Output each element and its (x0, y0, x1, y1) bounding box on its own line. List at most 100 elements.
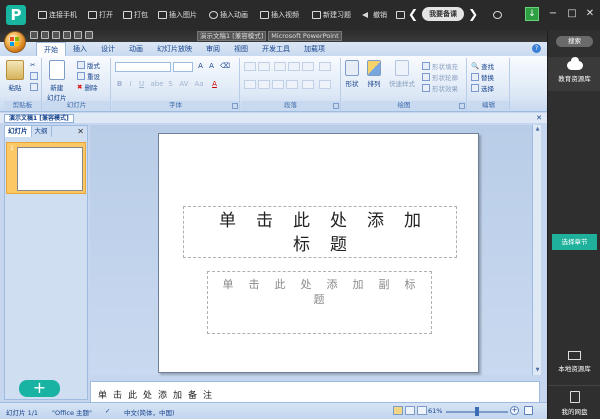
copy-button[interactable] (30, 72, 38, 80)
numbering-icon[interactable] (258, 62, 270, 71)
insert-animation-button[interactable]: 插入动画 (209, 9, 248, 21)
spellcheck-icon[interactable]: ✓ (105, 407, 110, 415)
smartart-icon[interactable] (319, 80, 331, 89)
find-button[interactable]: 🔍 查找 (471, 61, 494, 71)
slide-thumbnail-selected[interactable]: 1 (6, 142, 86, 194)
bold-button[interactable]: B (115, 80, 124, 89)
layout-button[interactable]: 版式 (77, 60, 100, 70)
shadow-button[interactable]: S (166, 80, 175, 89)
clear-format-button[interactable]: ⌫ (220, 62, 230, 71)
tab-design[interactable]: 设计 (94, 42, 122, 56)
scroll-up-icon[interactable]: ▲ (534, 126, 541, 133)
help-icon[interactable]: ? (532, 44, 541, 53)
spacing-button[interactable]: AV (178, 80, 190, 89)
tab-review[interactable]: 审阅 (199, 42, 227, 56)
my-cloud-disk[interactable]: 我的网盘 (548, 385, 600, 416)
tab-slides[interactable]: 幻灯片 (5, 126, 32, 137)
zoom-slider-thumb[interactable] (475, 407, 479, 416)
insert-video-button[interactable]: 插入视频 (260, 9, 299, 21)
shrink-font-button[interactable]: A (207, 62, 216, 71)
replace-button[interactable]: 替换 (471, 72, 494, 82)
slideshow-view-icon[interactable] (417, 406, 427, 415)
save-icon[interactable] (30, 31, 38, 39)
change-case-button[interactable]: Aa (193, 80, 205, 89)
insert-image-button[interactable]: 插入图片 (158, 9, 197, 21)
quick-styles-button[interactable]: 快速样式 (389, 60, 415, 88)
reset-button[interactable]: 重设 (77, 71, 100, 81)
slide-canvas[interactable]: 单击此处添加标题 单击此处添加副标题 (158, 133, 479, 373)
minimize-icon[interactable]: − (546, 7, 560, 21)
subtitle-placeholder[interactable]: 单击此处添加副标题 (207, 271, 432, 334)
bullets-icon[interactable] (244, 62, 256, 71)
fullscreen-button[interactable] (396, 9, 405, 21)
prev-arrow-icon[interactable]: ❮ (408, 7, 418, 21)
zoom-in-icon[interactable]: + (510, 406, 519, 415)
print-icon[interactable] (63, 31, 71, 39)
tab-home[interactable]: 开始 (36, 42, 66, 56)
pack-button[interactable]: 打包 (123, 9, 148, 21)
redo-icon[interactable] (52, 31, 60, 39)
drawing-dialog-launcher-icon[interactable] (459, 103, 465, 109)
increase-indent-icon[interactable] (288, 62, 300, 71)
columns-icon[interactable] (302, 80, 314, 89)
download-icon[interactable]: ↓ (525, 7, 539, 21)
new-exercise-button[interactable]: 新建习题 (312, 9, 351, 21)
tab-view[interactable]: 视图 (227, 42, 255, 56)
tab-insert[interactable]: 插入 (66, 42, 94, 56)
tab-developer[interactable]: 开发工具 (255, 42, 297, 56)
pane-close-icon[interactable]: ✕ (77, 126, 84, 137)
tab-animations[interactable]: 动画 (122, 42, 150, 56)
align-right-icon[interactable] (272, 80, 284, 89)
paragraph-dialog-launcher-icon[interactable] (333, 103, 339, 109)
add-button[interactable]: + (19, 380, 60, 397)
scroll-down-icon[interactable]: ▼ (534, 367, 541, 374)
tab-slideshow[interactable]: 幻灯片放映 (150, 42, 199, 56)
document-tab[interactable]: 演示文稿1 [兼容模式] (4, 114, 74, 123)
strikethrough-button[interactable]: abe (150, 80, 164, 89)
open-button[interactable]: 打开 (88, 9, 113, 21)
vertical-scrollbar[interactable]: ▲ ▼ (532, 125, 541, 375)
text-direction-icon[interactable] (319, 62, 331, 71)
connect-phone-button[interactable]: 连接手机 (38, 9, 77, 21)
shape-outline-button[interactable]: 形状轮廓 (422, 72, 458, 82)
grow-font-button[interactable]: A (196, 62, 205, 71)
font-dialog-launcher-icon[interactable] (232, 103, 238, 109)
user-button[interactable] (493, 9, 502, 21)
shape-effects-button[interactable]: 形状效果 (422, 83, 458, 93)
education-resource-library[interactable]: 教育资源库 (548, 57, 600, 91)
format-painter-button[interactable] (30, 83, 38, 91)
next-arrow-icon[interactable]: ❯ (468, 7, 478, 21)
align-center-icon[interactable] (258, 80, 270, 89)
delete-button[interactable]: ✖ 删除 (77, 82, 97, 92)
local-resource-library[interactable]: 本地资源库 (548, 348, 600, 376)
document-close-icon[interactable]: ✕ (535, 114, 543, 122)
underline-button[interactable]: U (137, 80, 146, 89)
customize-icon[interactable] (85, 31, 93, 39)
tab-addins[interactable]: 加载项 (297, 42, 332, 56)
new-slide-button[interactable]: 新建 幻灯片 (47, 60, 67, 102)
select-button[interactable]: 选择 (471, 83, 494, 93)
close-icon[interactable]: ✕ (583, 7, 597, 21)
shape-fill-button[interactable]: 形状填充 (422, 61, 458, 71)
tab-outline[interactable]: 大纲 (32, 126, 52, 137)
check-icon[interactable] (74, 31, 82, 39)
font-color-button[interactable]: A (210, 80, 219, 89)
decrease-indent-icon[interactable] (274, 62, 286, 71)
italic-button[interactable]: I (126, 80, 135, 89)
search-button[interactable]: 搜索 (556, 36, 593, 47)
zoom-level[interactable]: 61% (428, 407, 442, 415)
undo-button[interactable]: 撤销 (362, 9, 387, 21)
fit-window-icon[interactable] (524, 406, 533, 415)
cut-button[interactable]: ✂ (30, 61, 35, 69)
align-left-icon[interactable] (244, 80, 256, 89)
shapes-button[interactable]: 形状 (345, 60, 359, 88)
paste-button[interactable]: 粘贴 (6, 60, 24, 92)
office-button[interactable] (4, 31, 26, 53)
line-spacing-icon[interactable] (302, 62, 314, 71)
font-name-combo[interactable] (115, 62, 171, 72)
normal-view-icon[interactable] (393, 406, 403, 415)
title-placeholder[interactable]: 单击此处添加标题 (183, 206, 457, 258)
sorter-view-icon[interactable] (405, 406, 415, 415)
prepare-course-button[interactable]: 我要备课 (422, 7, 465, 21)
maximize-icon[interactable]: □ (565, 7, 579, 21)
